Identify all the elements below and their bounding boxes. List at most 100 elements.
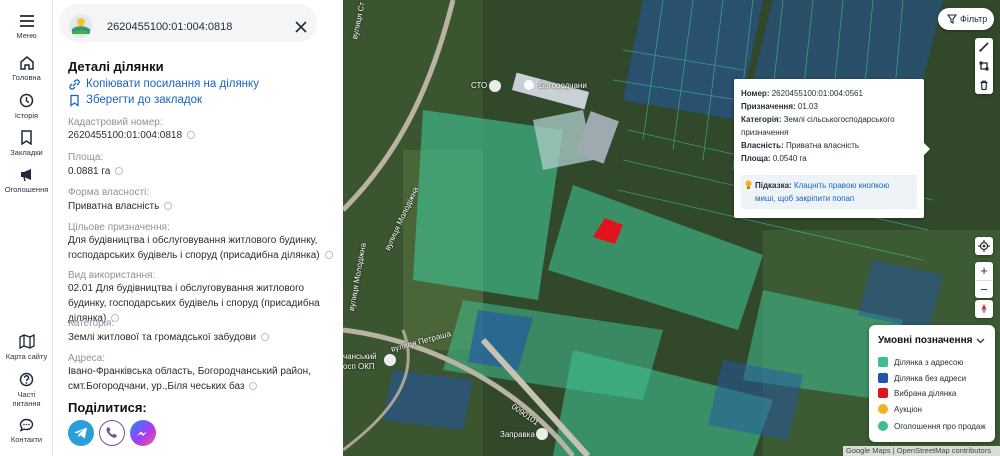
- popup-area-row: Площа: 0.0540 га: [741, 152, 917, 165]
- poi-marker[interactable]: [384, 354, 396, 366]
- parcel-popup: Номер: 2620455100:01:004:0561 Призначенн…: [734, 79, 930, 218]
- area-label: Площа:: [68, 152, 104, 163]
- legend-label: Ділянка з адресою: [894, 358, 964, 367]
- purpose-value: Для будівництва і обслуговування житлово…: [68, 233, 336, 263]
- map-attribution: Google Maps | OpenStreetMap contributors: [843, 446, 1000, 456]
- map-label-place: чанський: [343, 352, 377, 361]
- hint-label: Підказка:: [755, 181, 792, 190]
- copy-icon[interactable]: [164, 202, 173, 211]
- compass-icon: [981, 304, 987, 314]
- popup-hint: Підказка: Клацніть правою кнопкою миші, …: [741, 175, 917, 209]
- nav-faq-label: Часті питання: [12, 390, 41, 408]
- copy-icon[interactable]: [324, 251, 333, 260]
- popup-category-label: Категорія:: [741, 115, 782, 124]
- map-icon: [18, 334, 35, 349]
- nav-home-label: Головна: [12, 73, 41, 82]
- popup-purpose-row: Призначення: 01.03: [741, 100, 917, 113]
- purpose-text: Для будівництва і обслуговування житлово…: [68, 235, 320, 261]
- parcel-without-address[interactable]: [383, 370, 473, 430]
- panel-header: 2620455100:01:004:0818: [53, 0, 343, 46]
- close-icon: [295, 21, 307, 33]
- question-icon: [19, 372, 34, 387]
- area-value: 0.0881 га: [68, 164, 336, 179]
- nav-menu[interactable]: Меню: [0, 14, 53, 40]
- side-navigation: Меню Головна Історія Закладки Оголошення…: [0, 0, 53, 456]
- filter-icon: [947, 14, 957, 24]
- my-location-button[interactable]: [975, 237, 993, 255]
- viber-icon: [106, 427, 117, 438]
- draw-polygon-tool[interactable]: [975, 57, 993, 75]
- legend-label: Аукціон: [894, 405, 922, 414]
- popup-ownership-row: Власність: Приватна власність: [741, 139, 917, 152]
- copy-link-button[interactable]: Копіювати посилання на ділянку: [68, 78, 288, 92]
- popup-purpose-label: Призначення:: [741, 102, 796, 111]
- legend-title: Умовні позначення: [878, 335, 973, 346]
- chat-icon: [19, 418, 34, 432]
- copy-icon[interactable]: [115, 167, 124, 176]
- app-logo: [69, 14, 93, 38]
- zoom-in-button[interactable]: +: [975, 262, 993, 280]
- nav-announcements-label: Оголошення: [4, 185, 49, 194]
- logo-emblem-icon: [70, 15, 92, 37]
- nav-home[interactable]: Головна: [0, 55, 53, 82]
- usage-type-label: Вид використання:: [68, 270, 156, 281]
- map-label-place: СТО: [471, 81, 488, 90]
- filter-button[interactable]: Фільтр: [938, 8, 994, 30]
- messenger-icon: [137, 431, 148, 436]
- category-text: Землі житлової та громадської забудови: [68, 332, 257, 343]
- hamburger-icon: [19, 15, 34, 27]
- legend-swatch: [878, 373, 888, 383]
- category-label: Категорія:: [68, 318, 115, 329]
- share-telegram-button[interactable]: [68, 420, 94, 446]
- area-text: 0.0881 га: [68, 166, 111, 177]
- popup-number-row: Номер: 2620455100:01:004:0561: [741, 87, 917, 100]
- popup-category-row: Категорія: Землі сільськогосподарського …: [741, 113, 917, 139]
- nav-history-label: Історія: [14, 111, 39, 120]
- search-box[interactable]: 2620455100:01:004:0818: [59, 4, 317, 42]
- legend-label: Оголошення про продаж: [894, 422, 986, 431]
- share-viber-button[interactable]: [99, 420, 125, 446]
- copy-icon[interactable]: [249, 382, 258, 391]
- share-messenger-button[interactable]: [130, 420, 156, 446]
- popup-purpose: 01.03: [797, 102, 818, 111]
- nav-announcements[interactable]: Оголошення: [0, 167, 53, 194]
- ownership-label: Форма власності:: [68, 187, 150, 198]
- close-button[interactable]: [291, 17, 311, 37]
- poi-marker[interactable]: [536, 428, 548, 440]
- nav-sitemap[interactable]: Карта сайту: [0, 334, 53, 361]
- copy-icon[interactable]: [187, 131, 196, 140]
- delete-drawing-tool[interactable]: [975, 76, 993, 94]
- share-title: Поділитися:: [68, 400, 147, 415]
- polygon-icon: [979, 61, 989, 71]
- popup-area-label: Площа:: [741, 154, 771, 163]
- copy-icon[interactable]: [261, 333, 270, 342]
- save-bookmark-label: Зберегти до закладок: [86, 94, 203, 106]
- popup-ownership-label: Власність:: [741, 141, 784, 150]
- home-icon: [19, 56, 34, 70]
- auction-icon: [878, 404, 888, 414]
- poi-marker[interactable]: [489, 80, 501, 92]
- popup-arrow: [924, 143, 930, 155]
- map-label-place: осп ОКП: [343, 362, 375, 371]
- chevron-down-icon[interactable]: [976, 338, 985, 344]
- lightbulb-icon: [745, 180, 752, 189]
- compass-button[interactable]: [975, 300, 993, 318]
- nav-faq[interactable]: Часті питання: [0, 372, 53, 408]
- poi-marker[interactable]: [524, 80, 534, 90]
- sale-announcement-icon: [878, 421, 888, 431]
- cadastral-number-label: Кадастровий номер:: [68, 117, 163, 128]
- map-legend: Умовні позначення Ділянка з адресою Діля…: [869, 325, 995, 442]
- map-label-place: Богородчани: [539, 81, 587, 90]
- draw-toolbar: [975, 38, 993, 94]
- megaphone-icon: [20, 169, 31, 182]
- nav-history[interactable]: Історія: [0, 93, 53, 120]
- zoom-out-button[interactable]: −: [975, 280, 993, 298]
- legend-label: Вибрана ділянка: [894, 389, 957, 398]
- draw-line-tool[interactable]: [975, 38, 993, 56]
- nav-bookmarks[interactable]: Закладки: [0, 130, 53, 157]
- map-label-place: Заправка: [500, 430, 535, 439]
- nav-contacts[interactable]: Контакти: [0, 418, 53, 444]
- legend-swatch: [878, 357, 888, 367]
- save-bookmark-button[interactable]: Зберегти до закладок: [68, 94, 228, 108]
- address-value: Івано-Франківська область, Богородчанськ…: [68, 364, 336, 394]
